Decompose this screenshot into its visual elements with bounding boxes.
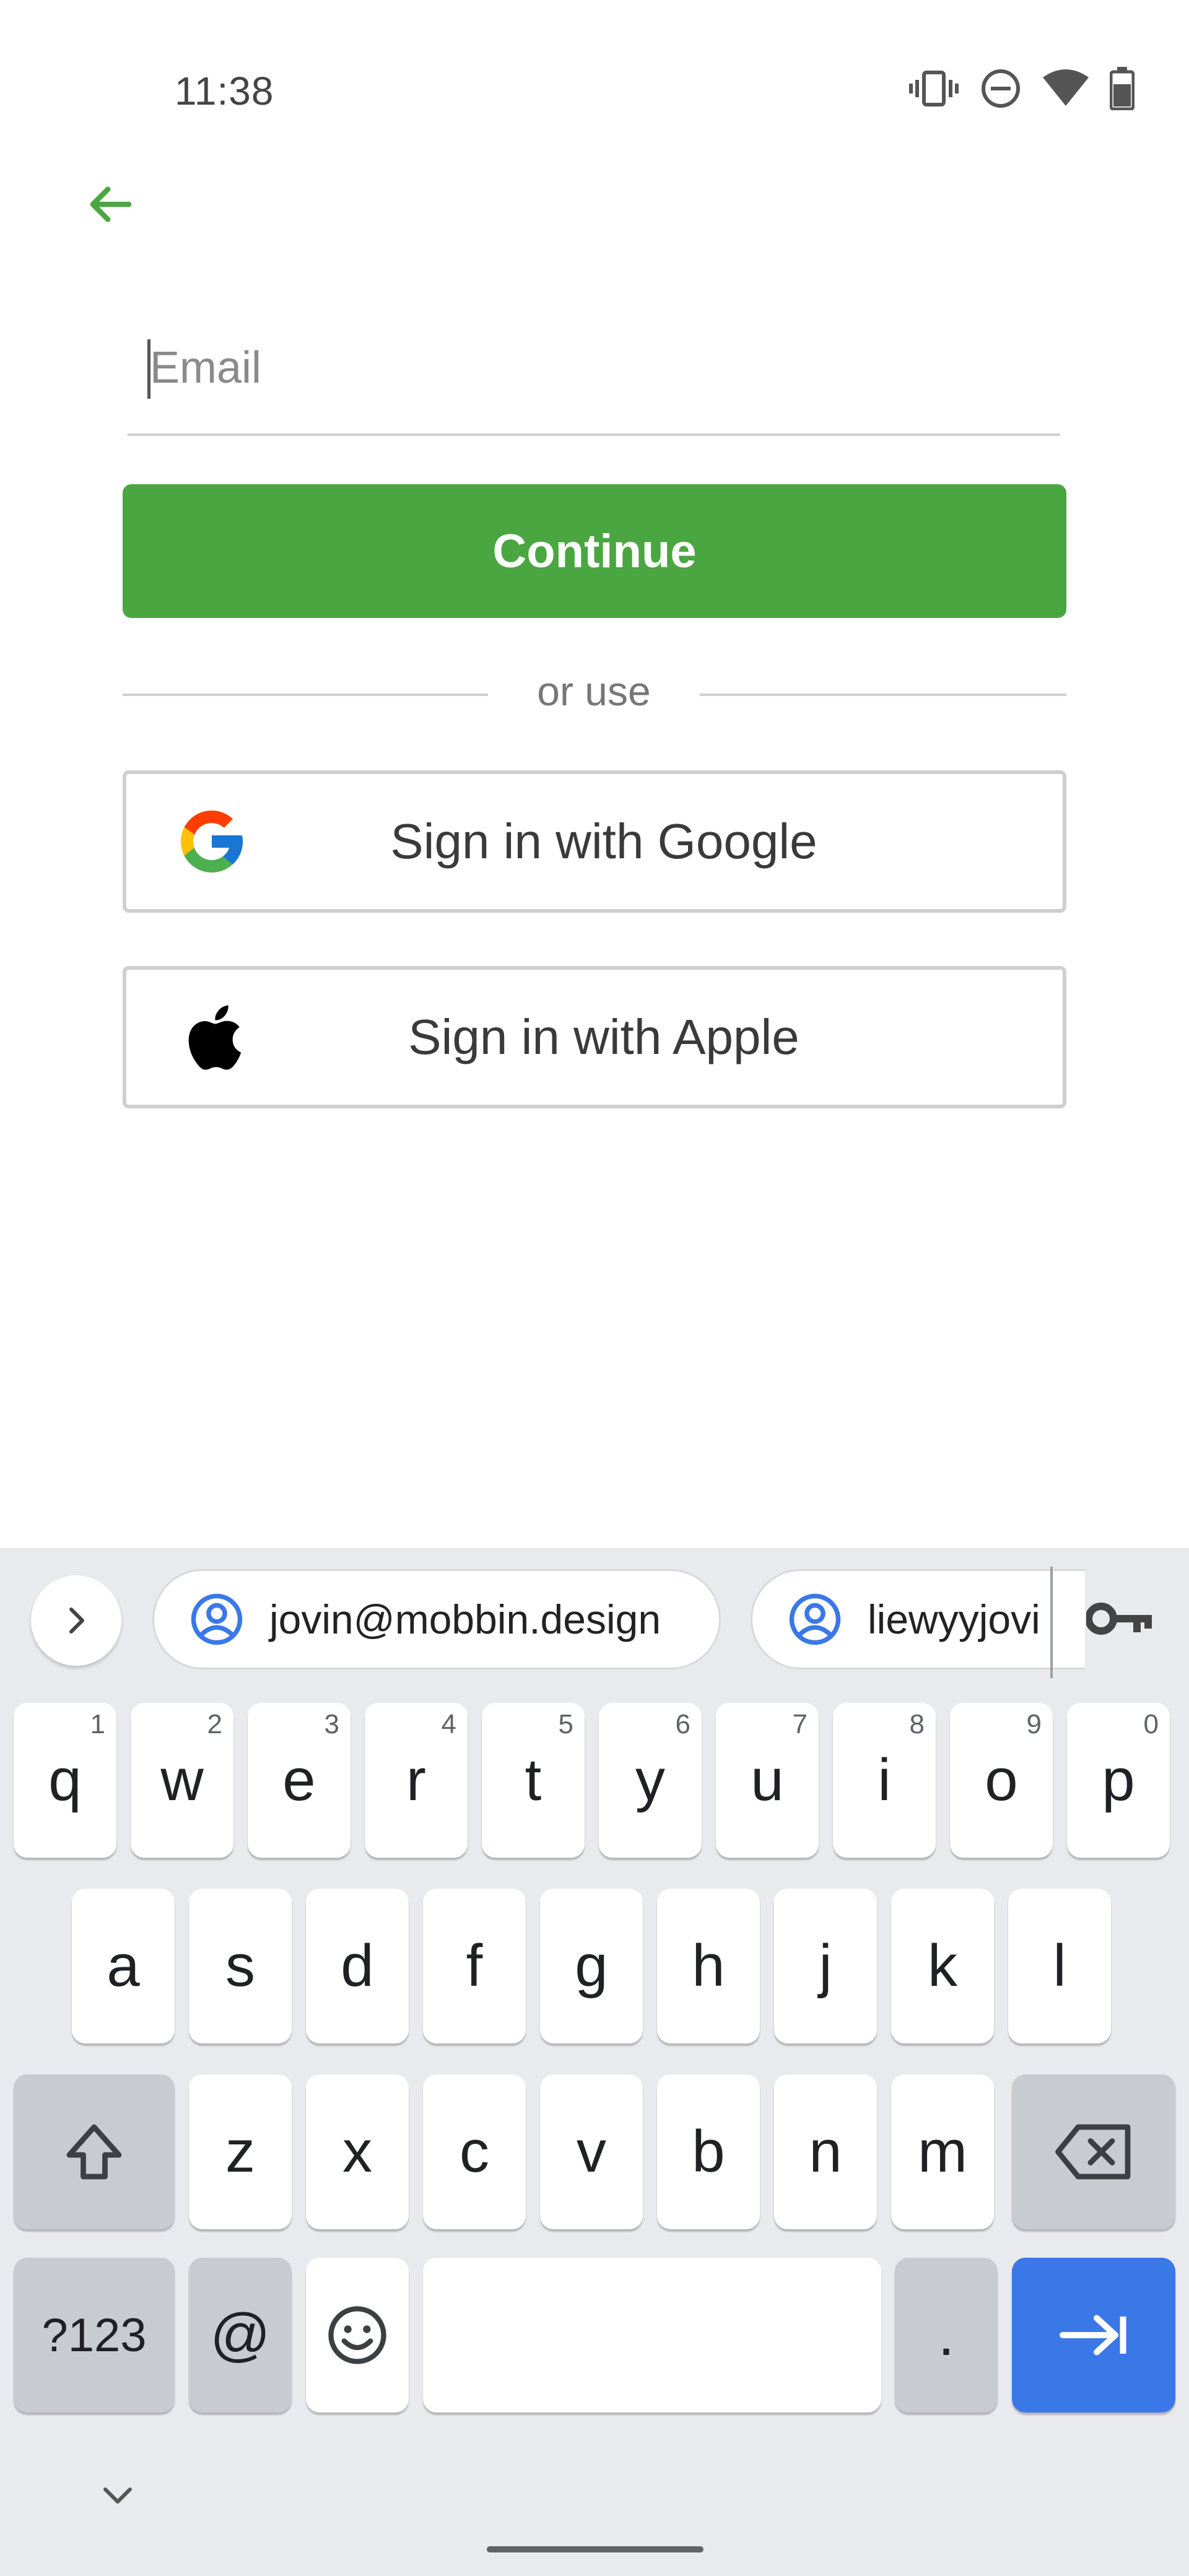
suggestion-divider bbox=[1050, 1567, 1053, 1678]
key-q[interactable]: q1 bbox=[14, 1703, 116, 1858]
account-circle-icon bbox=[789, 1593, 841, 1645]
key-d[interactable]: d bbox=[306, 1889, 409, 2043]
key-k[interactable]: k bbox=[891, 1889, 994, 2043]
backspace-key[interactable] bbox=[1012, 2074, 1175, 2229]
status-time: 11:38 bbox=[175, 69, 274, 113]
key-icon bbox=[1086, 1603, 1152, 1635]
key-h[interactable]: h bbox=[657, 1889, 760, 2043]
continue-button[interactable]: Continue bbox=[123, 484, 1066, 618]
key-p[interactable]: p0 bbox=[1067, 1703, 1170, 1858]
emoji-icon bbox=[328, 2306, 386, 2364]
divider-line-left bbox=[123, 694, 488, 696]
do-not-disturb-icon bbox=[980, 67, 1022, 110]
back-button[interactable] bbox=[79, 173, 141, 235]
space-key[interactable] bbox=[423, 2258, 881, 2413]
key-v[interactable]: v bbox=[540, 2074, 643, 2229]
key-e[interactable]: e3 bbox=[248, 1703, 351, 1858]
suggestion-text: liewyyjovi bbox=[868, 1596, 1040, 1642]
suggestion-bar: jovin@mobbin.design liewyyjovi bbox=[0, 1548, 1189, 1690]
chevron-down-icon bbox=[103, 2487, 132, 2504]
shift-icon bbox=[66, 2124, 122, 2180]
key-a[interactable]: a bbox=[72, 1889, 175, 2043]
key-o[interactable]: o9 bbox=[950, 1703, 1053, 1858]
key-t[interactable]: t5 bbox=[482, 1703, 585, 1858]
battery-icon bbox=[1110, 67, 1135, 110]
apple-label: Sign in with Apple bbox=[408, 1009, 799, 1064]
period-key[interactable]: . bbox=[895, 2258, 998, 2413]
key-x[interactable]: x bbox=[306, 2074, 409, 2229]
key-n[interactable]: n bbox=[774, 2074, 877, 2229]
sign-in-google-button[interactable]: Sign in with Google bbox=[123, 770, 1066, 913]
next-key[interactable] bbox=[1012, 2258, 1175, 2413]
backspace-icon bbox=[1055, 2124, 1131, 2180]
chevron-right-icon bbox=[69, 1608, 84, 1634]
at-key[interactable]: @ bbox=[189, 2258, 292, 2413]
google-icon bbox=[173, 803, 250, 880]
symbols-key[interactable]: ?123 bbox=[14, 2258, 175, 2413]
suggestion-text: jovin@mobbin.design bbox=[269, 1596, 661, 1642]
email-field[interactable] bbox=[150, 337, 1042, 399]
key-l[interactable]: l bbox=[1008, 1889, 1111, 2043]
key-w[interactable]: w2 bbox=[131, 1703, 233, 1858]
divider-line-right bbox=[700, 694, 1066, 696]
hide-keyboard-button[interactable] bbox=[93, 2477, 142, 2514]
key-u[interactable]: u7 bbox=[716, 1703, 819, 1858]
key-f[interactable]: f bbox=[423, 1889, 526, 2043]
wifi-icon bbox=[1043, 69, 1089, 108]
key-i[interactable]: i8 bbox=[833, 1703, 936, 1858]
google-label: Sign in with Google bbox=[390, 814, 817, 869]
suggestion-chip[interactable]: liewyyjovi bbox=[751, 1569, 1085, 1669]
key-z[interactable]: z bbox=[189, 2074, 292, 2229]
email-field-container bbox=[128, 328, 1060, 436]
tab-next-icon bbox=[1060, 2315, 1126, 2356]
keyboard: jovin@mobbin.design liewyyjovi q1 w2 e3 … bbox=[0, 1548, 1189, 2576]
status-icons bbox=[909, 67, 1135, 110]
key-j[interactable]: j bbox=[774, 1889, 877, 2043]
vibrate-icon bbox=[909, 67, 959, 110]
emoji-key[interactable] bbox=[306, 2258, 409, 2413]
arrow-left-icon bbox=[90, 186, 132, 222]
key-r[interactable]: r4 bbox=[365, 1703, 468, 1858]
divider-text: or use bbox=[537, 668, 651, 714]
key-y[interactable]: y6 bbox=[599, 1703, 702, 1858]
apple-icon bbox=[173, 999, 250, 1076]
key-g[interactable]: g bbox=[540, 1889, 643, 2043]
expand-suggestions-button[interactable] bbox=[31, 1575, 121, 1666]
sign-in-apple-button[interactable]: Sign in with Apple bbox=[123, 966, 1066, 1108]
home-indicator[interactable] bbox=[487, 2546, 703, 2552]
account-circle-icon bbox=[191, 1593, 243, 1645]
suggestion-chip[interactable]: jovin@mobbin.design bbox=[152, 1569, 721, 1669]
key-c[interactable]: c bbox=[423, 2074, 526, 2229]
shift-key[interactable] bbox=[14, 2074, 175, 2229]
key-m[interactable]: m bbox=[891, 2074, 994, 2229]
key-s[interactable]: s bbox=[189, 1889, 292, 2043]
key-b[interactable]: b bbox=[657, 2074, 760, 2229]
password-manager-button[interactable] bbox=[1080, 1585, 1161, 1653]
